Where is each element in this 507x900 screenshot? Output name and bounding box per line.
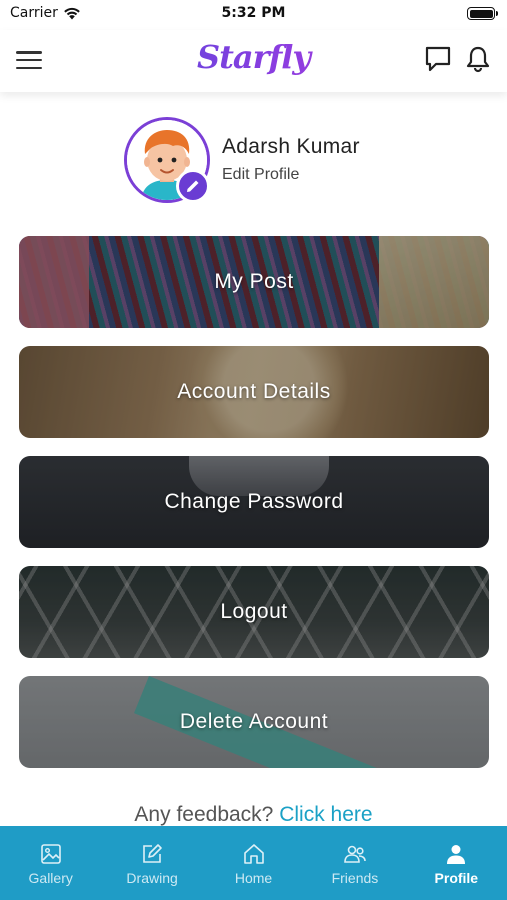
drawing-icon xyxy=(143,844,162,863)
status-bar: Carrier 5:32 PM xyxy=(0,0,507,30)
feedback-link[interactable]: Click here xyxy=(279,803,372,826)
app-header: Starfly xyxy=(0,30,507,92)
account-details-button[interactable]: Account Details xyxy=(19,346,489,438)
tab-profile[interactable]: Profile xyxy=(406,826,507,900)
tab-drawing[interactable]: Drawing xyxy=(101,826,202,900)
tab-home[interactable]: Home xyxy=(203,826,304,900)
feedback-line: Any feedback? Click here xyxy=(0,803,507,827)
home-icon xyxy=(243,844,264,864)
edit-profile-link[interactable]: Edit Profile xyxy=(222,166,299,184)
friends-icon xyxy=(344,845,366,863)
tab-gallery[interactable]: Gallery xyxy=(0,826,101,900)
chat-icon[interactable] xyxy=(423,44,453,74)
profile-icon xyxy=(447,845,466,864)
bottom-tab-bar: Gallery Drawing Home Friends Profile xyxy=(0,826,507,900)
pencil-icon xyxy=(187,180,199,192)
logout-button[interactable]: Logout xyxy=(19,566,489,658)
gallery-icon xyxy=(40,844,61,864)
tab-friends-label: Friends xyxy=(331,870,379,886)
account-details-label: Account Details xyxy=(177,380,331,403)
feedback-prompt: Any feedback? xyxy=(134,803,274,826)
logout-label: Logout xyxy=(220,600,288,623)
bell-icon[interactable] xyxy=(463,44,493,74)
tab-home-label: Home xyxy=(234,870,273,886)
delete-account-button[interactable]: Delete Account xyxy=(19,676,489,768)
edit-avatar-button[interactable] xyxy=(176,169,210,203)
my-post-label: My Post xyxy=(214,270,294,293)
tab-friends[interactable]: Friends xyxy=(304,826,405,900)
profile-section: Adarsh Kumar Edit Profile xyxy=(124,117,424,207)
tab-profile-label: Profile xyxy=(434,870,479,886)
tab-gallery-label: Gallery xyxy=(28,870,73,886)
battery-icon xyxy=(467,7,498,20)
user-name: Adarsh Kumar xyxy=(222,135,360,158)
delete-account-label: Delete Account xyxy=(179,710,329,733)
tab-drawing-label: Drawing xyxy=(126,870,178,886)
change-password-button[interactable]: Change Password xyxy=(19,456,489,548)
status-time: 5:32 PM xyxy=(221,5,286,21)
change-password-label: Change Password xyxy=(164,490,344,513)
my-post-button[interactable]: My Post xyxy=(19,236,489,328)
